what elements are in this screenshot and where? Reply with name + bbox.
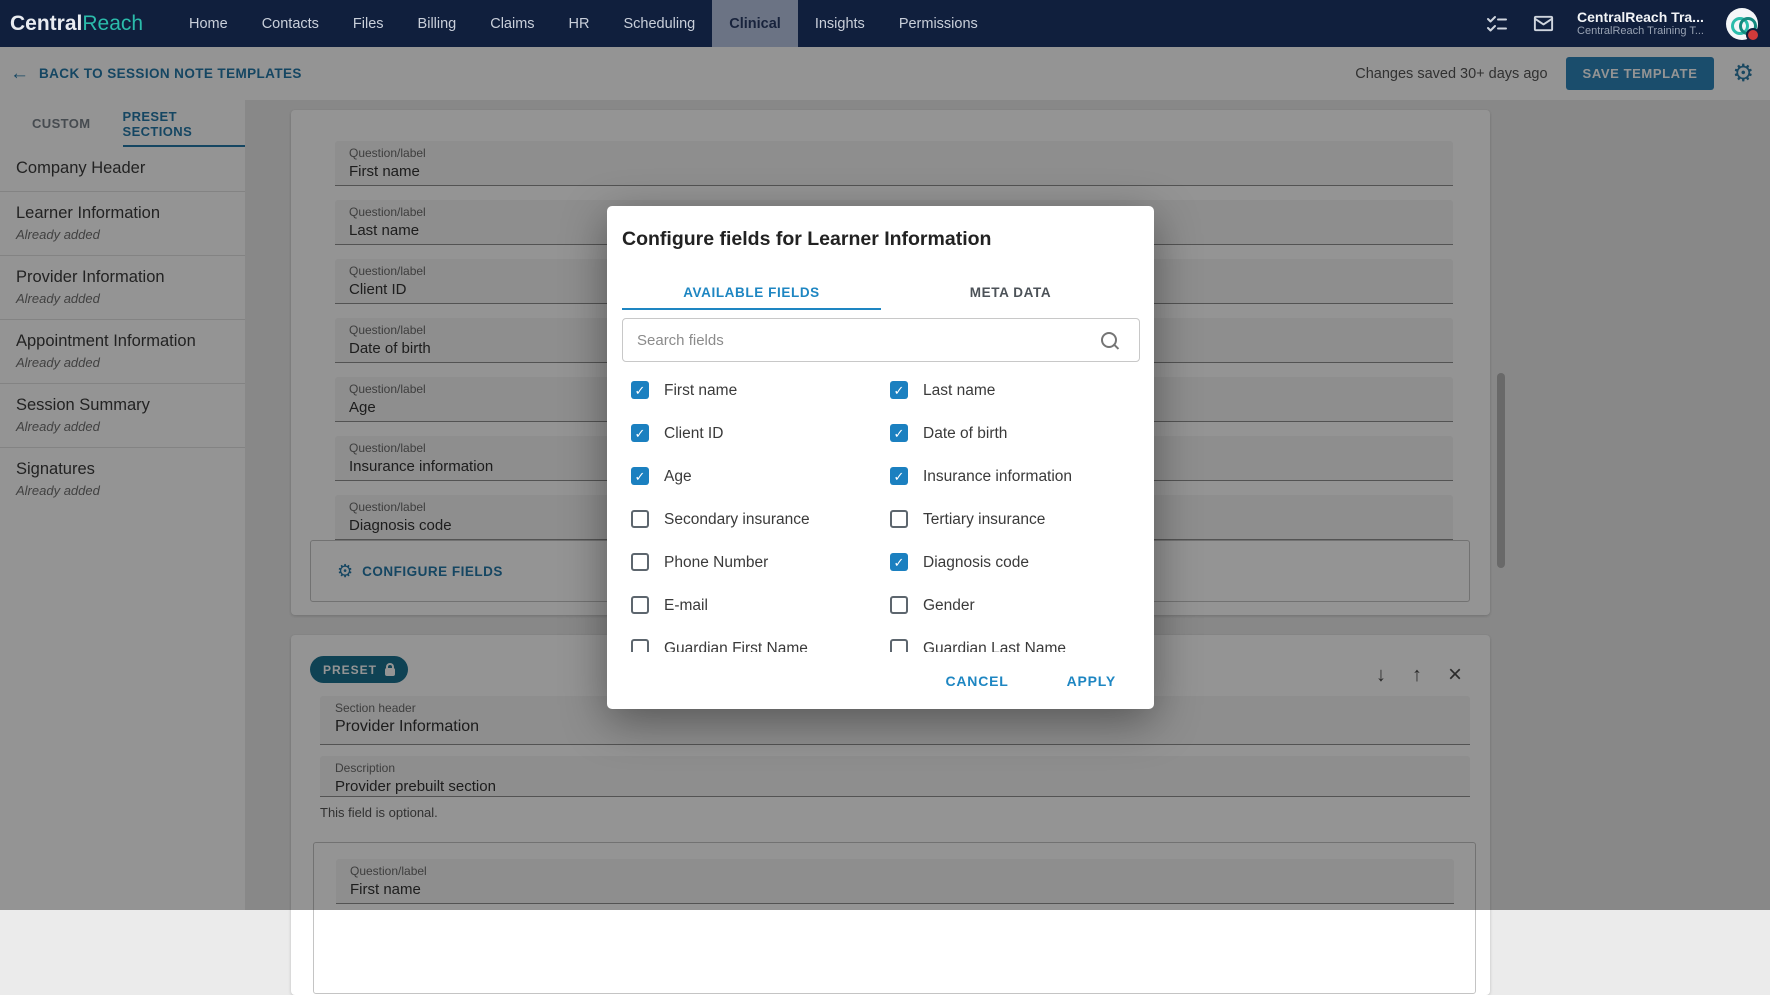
tab-available-fields[interactable]: AVAILABLE FIELDS <box>622 276 881 308</box>
user-org: CentralReach Training T... <box>1577 25 1704 38</box>
field-checkbox-row: Phone Number ✓ Diagnosis code <box>622 553 1140 578</box>
field-option-last-name[interactable]: ✓ Last name <box>881 381 1140 406</box>
field-option-guardian-first-name[interactable]: Guardian First Name <box>622 639 881 652</box>
field-option-tertiary-insurance[interactable]: Tertiary insurance <box>881 510 1140 535</box>
field-checkbox-row: ✓ Age ✓ Insurance information <box>622 467 1140 492</box>
modal-footer: CANCEL APPLY <box>607 652 1154 709</box>
logo-part-1: Central <box>10 12 82 36</box>
field-option-date-of-birth[interactable]: ✓ Date of birth <box>881 424 1140 449</box>
checkbox-unchecked-icon[interactable] <box>890 639 908 652</box>
field-option-first-name[interactable]: ✓ First name <box>622 381 881 406</box>
field-option-secondary-insurance[interactable]: Secondary insurance <box>622 510 881 535</box>
field-checkbox-row: Secondary insurance Tertiary insurance <box>622 510 1140 535</box>
configure-fields-modal: Configure fields for Learner Information… <box>607 206 1154 709</box>
field-option-label: Secondary insurance <box>664 510 810 529</box>
centralreach-logo[interactable]: CentralReach <box>10 0 162 47</box>
checkbox-checked-icon[interactable]: ✓ <box>631 467 649 485</box>
checkbox-checked-icon[interactable]: ✓ <box>631 381 649 399</box>
field-option-label: Guardian Last Name <box>923 639 1066 652</box>
tab-meta-data[interactable]: META DATA <box>881 276 1140 308</box>
field-option-label: Last name <box>923 381 995 400</box>
search-fields-box <box>622 318 1140 362</box>
field-option-e-mail[interactable]: E-mail <box>622 596 881 621</box>
logo-part-2: Reach <box>82 12 143 36</box>
check-mark-icon: ✓ <box>894 384 905 397</box>
checkbox-unchecked-icon[interactable] <box>631 553 649 571</box>
field-option-label: Age <box>664 467 692 486</box>
nav-item-scheduling[interactable]: Scheduling <box>607 0 713 47</box>
apply-button[interactable]: APPLY <box>1061 672 1122 690</box>
user-menu[interactable]: CentralReach Tra... CentralReach Trainin… <box>1577 9 1704 38</box>
modal-tabs: AVAILABLE FIELDS META DATA <box>622 276 1140 308</box>
field-option-label: Guardian First Name <box>664 639 808 652</box>
modal-title: Configure fields for Learner Information <box>622 228 991 251</box>
check-mark-icon: ✓ <box>635 384 646 397</box>
nav-item-permissions[interactable]: Permissions <box>882 0 995 47</box>
field-checkbox-row: E-mail Gender <box>622 596 1140 621</box>
field-option-insurance-information[interactable]: ✓ Insurance information <box>881 467 1140 492</box>
field-option-label: Tertiary insurance <box>923 510 1045 529</box>
field-option-gender[interactable]: Gender <box>881 596 1140 621</box>
checkbox-unchecked-icon[interactable] <box>631 510 649 528</box>
nav-item-contacts[interactable]: Contacts <box>245 0 336 47</box>
tasks-icon[interactable] <box>1485 12 1509 36</box>
field-option-label: Insurance information <box>923 467 1072 486</box>
check-mark-icon: ✓ <box>894 427 905 440</box>
nav-items: HomeContactsFilesBillingClaimsHRScheduli… <box>172 0 995 47</box>
cancel-button[interactable]: CANCEL <box>939 672 1014 690</box>
checkbox-unchecked-icon[interactable] <box>890 596 908 614</box>
field-option-phone-number[interactable]: Phone Number <box>622 553 881 578</box>
nav-item-clinical[interactable]: Clinical <box>712 0 798 47</box>
field-option-label: First name <box>664 381 737 400</box>
field-checkbox-row: ✓ Client ID ✓ Date of birth <box>622 424 1140 449</box>
field-checkbox-row: ✓ First name ✓ Last name <box>622 381 1140 406</box>
avatar[interactable] <box>1726 8 1758 40</box>
search-fields-input[interactable] <box>623 332 1101 349</box>
field-option-label: Client ID <box>664 424 723 443</box>
checkbox-unchecked-icon[interactable] <box>631 639 649 652</box>
nav-right: CentralReach Tra... CentralReach Trainin… <box>1485 0 1770 47</box>
mail-icon[interactable] <box>1531 12 1555 36</box>
field-checkbox-row: Guardian First Name Guardian Last Name <box>622 639 1140 652</box>
field-option-guardian-last-name[interactable]: Guardian Last Name <box>881 639 1140 652</box>
checkbox-unchecked-icon[interactable] <box>890 510 908 528</box>
field-option-label: Date of birth <box>923 424 1007 443</box>
nav-item-claims[interactable]: Claims <box>473 0 551 47</box>
field-option-label: Gender <box>923 596 975 615</box>
checkbox-checked-icon[interactable]: ✓ <box>890 467 908 485</box>
field-option-label: E-mail <box>664 596 708 615</box>
field-option-age[interactable]: ✓ Age <box>622 467 881 492</box>
notification-dot <box>1746 28 1760 42</box>
field-option-client-id[interactable]: ✓ Client ID <box>622 424 881 449</box>
check-mark-icon: ✓ <box>635 470 646 483</box>
available-fields-list: ✓ First name ✓ Last name ✓ Client ID ✓ Date of … <box>622 372 1140 652</box>
checkbox-checked-icon[interactable]: ✓ <box>890 381 908 399</box>
checkbox-checked-icon[interactable]: ✓ <box>631 424 649 442</box>
user-name: CentralReach Tra... <box>1577 9 1704 25</box>
nav-item-insights[interactable]: Insights <box>798 0 882 47</box>
nav-item-home[interactable]: Home <box>172 0 245 47</box>
field-option-label: Diagnosis code <box>923 553 1029 572</box>
field-option-diagnosis-code[interactable]: ✓ Diagnosis code <box>881 553 1140 578</box>
nav-item-hr[interactable]: HR <box>552 0 607 47</box>
top-nav: CentralReach HomeContactsFilesBillingCla… <box>0 0 1770 47</box>
search-icon <box>1101 332 1117 348</box>
checkbox-unchecked-icon[interactable] <box>631 596 649 614</box>
checkbox-checked-icon[interactable]: ✓ <box>890 553 908 571</box>
check-mark-icon: ✓ <box>894 556 905 569</box>
check-mark-icon: ✓ <box>635 427 646 440</box>
nav-item-files[interactable]: Files <box>336 0 401 47</box>
nav-item-billing[interactable]: Billing <box>401 0 474 47</box>
check-mark-icon: ✓ <box>894 470 905 483</box>
field-option-label: Phone Number <box>664 553 768 572</box>
checkbox-checked-icon[interactable]: ✓ <box>890 424 908 442</box>
